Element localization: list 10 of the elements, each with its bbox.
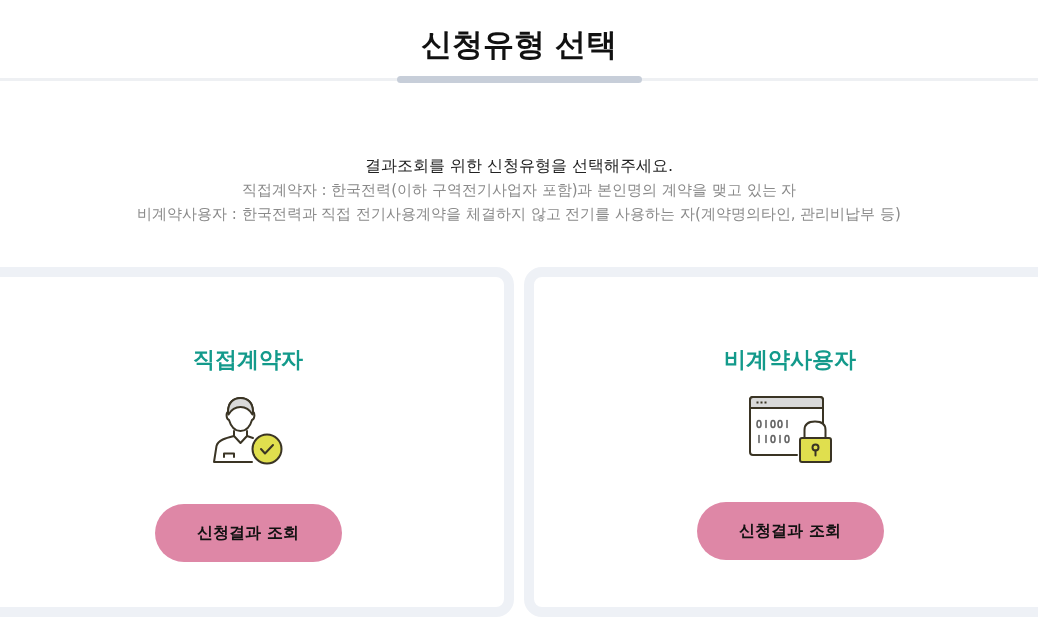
window-lock-icon [749,396,833,464]
person-check-icon [212,396,284,466]
intro-note: 직접계약자 : 한국전력(이하 구역전기사업자 포함)과 본인명의 계약을 맺고 있는 자 [240,180,798,201]
check-result-button[interactable]: 신청결과 조회 [154,504,342,562]
check-result-button[interactable]: 신청결과 조회 [696,502,884,560]
page-title: 신청유형 선택 [420,25,618,64]
intro-heading: 결과조회를 위한 신청유형을 선택해주세요. [363,155,675,177]
intro-note: 비계약사용자 : 한국전력과 직접 전기사용계약을 체결하지 않고 전기를 사용하는 자(계약명의타인, 관리비납부 등) [136,204,902,225]
option-title: 직접계약자 [193,346,303,374]
option-title: 비계약사용자 [724,346,856,374]
